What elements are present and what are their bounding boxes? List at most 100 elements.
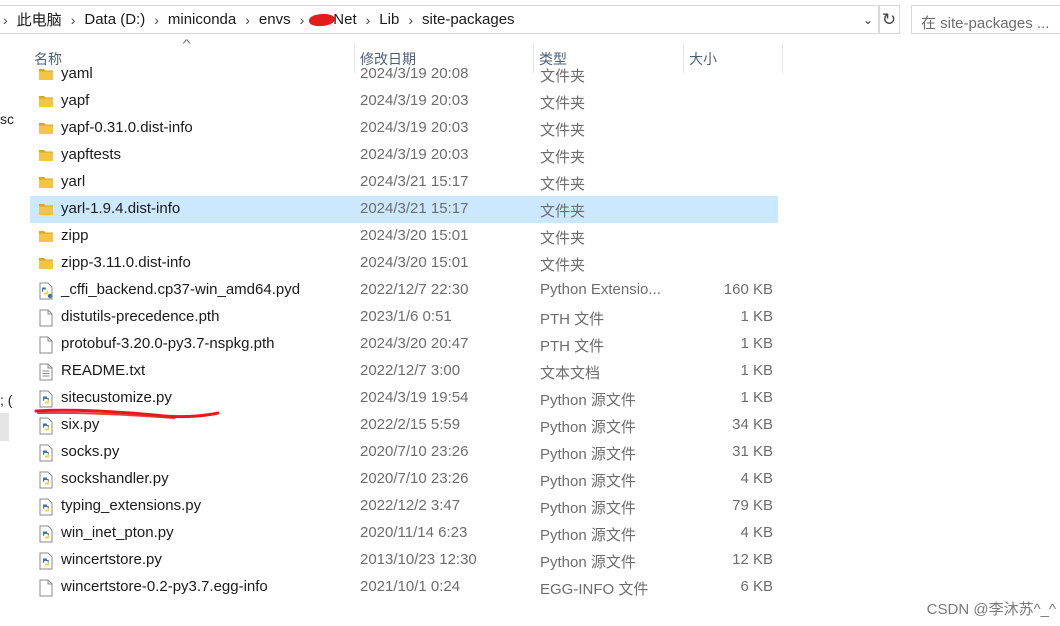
- file-name: typing_extensions.py: [61, 497, 202, 514]
- file-size: 4 KB: [740, 470, 773, 487]
- chevron-right-icon: ›: [3, 11, 8, 28]
- file-size: 12 KB: [732, 551, 773, 568]
- python-file-icon: [38, 471, 54, 489]
- file-date-modified: 2024/3/19 20:03: [360, 92, 469, 109]
- file-type: 文件夹: [540, 149, 586, 166]
- breadcrumb-lib[interactable]: Lib: [375, 6, 403, 33]
- file-row[interactable]: typing_extensions.py 2022/12/2 3:47 Python…: [30, 493, 778, 520]
- chevron-right-icon[interactable]: ›: [295, 12, 310, 28]
- file-size: 34 KB: [732, 416, 773, 433]
- file-date-modified: 2024/3/20 20:47: [360, 335, 469, 352]
- file-type: 文件夹: [540, 203, 586, 220]
- nav-pane-selected[interactable]: [0, 413, 9, 441]
- file-type: Python 源文件: [540, 419, 636, 436]
- file-row[interactable]: socks.py 2020/7/10 23:26 Python 源文件 31 KB: [30, 439, 778, 466]
- folder-icon: [38, 93, 54, 111]
- file-row[interactable]: _cffi_backend.cp37-win_amd64.pyd 2022/12/…: [30, 277, 778, 304]
- file-date-modified: 2022/12/2 3:47: [360, 497, 461, 514]
- file-type: 文件夹: [540, 95, 586, 112]
- python-file-icon: [38, 552, 54, 570]
- folder-icon: [38, 66, 54, 84]
- file-size: 6 KB: [740, 578, 773, 595]
- python-extension-icon: [38, 282, 54, 300]
- chevron-right-icon[interactable]: ›: [403, 12, 418, 28]
- file-date-modified: 2020/7/10 23:26: [360, 443, 469, 460]
- file-row[interactable]: yapf-0.31.0.dist-info 2024/3/19 20:03 文件夹: [30, 115, 778, 142]
- watermark: CSDN @李沐苏^_^: [926, 601, 1056, 618]
- chevron-right-icon[interactable]: ›: [149, 12, 164, 28]
- file-date-modified: 2024/3/19 20:03: [360, 119, 469, 136]
- file-name: wincertstore.py: [61, 551, 162, 568]
- file-name: socks.py: [61, 443, 120, 460]
- file-row[interactable]: yaml 2024/3/19 20:08 文件夹: [30, 63, 778, 88]
- breadcrumb-envs[interactable]: envs: [255, 6, 295, 33]
- file-row[interactable]: yarl-1.9.4.dist-info 2024/3/21 15:17 文件夹: [30, 196, 778, 223]
- file-name: sockshandler.py: [61, 470, 169, 487]
- file-date-modified: 2022/2/15 5:59: [360, 416, 461, 433]
- file-row[interactable]: yapf 2024/3/19 20:03 文件夹: [30, 88, 778, 115]
- file-date-modified: 2020/11/14 6:23: [360, 524, 468, 541]
- python-file-icon: [38, 525, 54, 543]
- folder-icon: [38, 255, 54, 273]
- file-row[interactable]: sockshandler.py 2020/7/10 23:26 Python 源文件…: [30, 466, 778, 493]
- breadcrumb-env-net[interactable]: Net: [308, 6, 360, 33]
- file-row[interactable]: protobuf-3.20.0-py3.7-nspkg.pth 2024/3/20…: [30, 331, 778, 358]
- chevron-right-icon[interactable]: ›: [66, 12, 81, 28]
- file-row[interactable]: wincertstore.py 2013/10/23 12:30 Python 源文…: [30, 547, 778, 574]
- file-name: protobuf-3.20.0-py3.7-nspkg.pth: [61, 335, 275, 352]
- file-type: 文件夹: [540, 122, 586, 139]
- file-date-modified: 2013/10/23 12:30: [360, 551, 477, 568]
- folder-icon: [38, 228, 54, 246]
- file-date-modified: 2024/3/21 15:17: [360, 173, 469, 190]
- folder-icon: [38, 201, 54, 219]
- file-date-modified: 2024/3/21 15:17: [360, 200, 469, 217]
- file-date-modified: 2024/3/19 20:03: [360, 146, 469, 163]
- redaction-mark: [308, 12, 336, 27]
- chevron-right-icon[interactable]: ›: [361, 12, 376, 28]
- file-row[interactable]: wincertstore-0.2-py3.7.egg-info 2021/10/1…: [30, 574, 778, 601]
- nav-pane-item[interactable]: sc: [0, 111, 14, 127]
- breadcrumb-drive-d[interactable]: Data (D:): [80, 6, 149, 33]
- chevron-right-icon[interactable]: ›: [240, 12, 255, 28]
- file-type: Python 源文件: [540, 392, 636, 409]
- breadcrumb-site-packages[interactable]: site-packages: [418, 6, 519, 33]
- file-type: Python 源文件: [540, 446, 636, 463]
- file-type: 文件夹: [540, 257, 586, 274]
- file-type: PTH 文件: [540, 338, 605, 355]
- text-file-icon: [38, 363, 54, 381]
- file-row[interactable]: yarl 2024/3/21 15:17 文件夹: [30, 169, 778, 196]
- blank-file-icon: [38, 336, 54, 354]
- refresh-button[interactable]: ↻: [878, 5, 900, 34]
- file-size: 1 KB: [740, 308, 773, 325]
- breadcrumb-miniconda[interactable]: miniconda: [164, 6, 240, 33]
- nav-pane-item[interactable]: ; (: [0, 392, 12, 408]
- file-type: 文件夹: [540, 176, 586, 193]
- file-date-modified: 2020/7/10 23:26: [360, 470, 469, 487]
- file-type: 文件夹: [540, 68, 586, 85]
- file-date-modified: 2022/12/7 22:30: [360, 281, 469, 298]
- file-name: yaml: [61, 65, 93, 82]
- file-name: yapf: [61, 92, 90, 109]
- breadcrumb-this-pc[interactable]: 此电脑: [13, 6, 66, 33]
- blank-file-icon: [38, 579, 54, 597]
- file-row[interactable]: win_inet_pton.py 2020/11/14 6:23 Python 源文…: [30, 520, 778, 547]
- file-type: Python 源文件: [540, 527, 636, 544]
- search-input[interactable]: 在 site-packages ...: [911, 5, 1060, 34]
- file-row[interactable]: README.txt 2022/12/7 3:00 文本文档 1 KB: [30, 358, 778, 385]
- chevron-down-icon[interactable]: ⌄: [857, 6, 879, 33]
- address-bar[interactable]: › 此电脑 › Data (D:) › miniconda › envs › N…: [0, 5, 880, 34]
- file-size: 1 KB: [740, 335, 773, 352]
- file-list[interactable]: yaml 2024/3/19 20:08 文件夹 yapf 2024/3/19 20:0…: [30, 63, 790, 603]
- refresh-icon: ↻: [881, 9, 897, 29]
- file-type: Python 源文件: [540, 500, 636, 517]
- file-type: EGG-INFO 文件: [540, 581, 649, 598]
- file-row[interactable]: zipp 2024/3/20 15:01 文件夹: [30, 223, 778, 250]
- file-size: 1 KB: [740, 362, 773, 379]
- file-size: 31 KB: [732, 443, 773, 460]
- file-row[interactable]: yapftests 2024/3/19 20:03 文件夹: [30, 142, 778, 169]
- file-name: yarl-1.9.4.dist-info: [61, 200, 181, 217]
- file-row[interactable]: distutils-precedence.pth 2023/1/6 0:51 PTH…: [30, 304, 778, 331]
- file-name: _cffi_backend.cp37-win_amd64.pyd: [61, 281, 301, 298]
- file-row[interactable]: zipp-3.11.0.dist-info 2024/3/20 15:01 文件夹: [30, 250, 778, 277]
- file-date-modified: 2024/3/20 15:01: [360, 227, 469, 244]
